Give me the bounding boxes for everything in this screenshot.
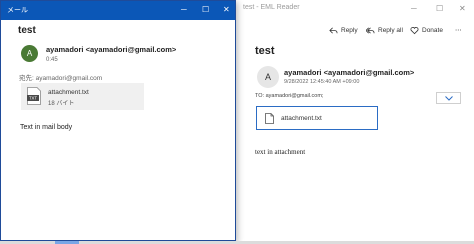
reply-all-icon xyxy=(366,27,375,33)
eml-toolbar: Reply Reply all Donate ⋯ xyxy=(233,22,474,38)
mail-attachment-size: 18 バイト xyxy=(48,101,75,107)
eml-date: 9/28/2022 12:45:40 AM +09:00 xyxy=(284,79,360,85)
mail-window: メール ─ ☐ ✕ test A ayamadori <ayamadori@gm… xyxy=(0,0,236,241)
mail-window-title: メール xyxy=(7,7,28,14)
eml-sender-avatar: A xyxy=(257,66,279,88)
reply-icon xyxy=(329,27,338,33)
eml-attachment[interactable]: attachment.txt xyxy=(256,106,378,130)
donate-label: Donate xyxy=(422,26,443,34)
mail-time: 0:45 xyxy=(46,57,58,63)
mail-sender-avatar: A xyxy=(21,45,38,62)
mail-titlebar[interactable]: メール ─ ☐ ✕ xyxy=(1,1,235,20)
mail-subject: test xyxy=(18,25,36,36)
eml-recipients: TO: ayamadori@gmail.com; xyxy=(255,93,324,99)
eml-subject: test xyxy=(255,45,275,57)
mail-maximize-button[interactable]: ☐ xyxy=(202,4,209,15)
mail-recipients: 宛先: ayamadori@gmail.com xyxy=(19,75,103,82)
mail-body-text: Text in mail body xyxy=(20,124,73,131)
eml-window-title: test - EML Reader xyxy=(243,4,300,11)
donate-button[interactable]: Donate xyxy=(410,24,443,36)
reply-button[interactable]: Reply xyxy=(329,24,358,36)
reply-label: Reply xyxy=(341,26,358,34)
expand-recipients-button[interactable] xyxy=(436,92,461,104)
mail-attachment[interactable]: TXT attachment.txt 18 バイト xyxy=(21,83,144,110)
heart-icon xyxy=(410,26,419,34)
more-icon: ⋯ xyxy=(455,27,462,34)
mail-attachment-name: attachment.txt xyxy=(48,89,89,96)
eml-maximize-button[interactable]: ☐ xyxy=(436,4,443,14)
more-options-button[interactable]: ⋯ xyxy=(455,24,462,36)
document-icon xyxy=(265,112,274,124)
txt-file-icon: TXT xyxy=(27,87,41,105)
eml-sender: ayamadori <ayamadori@gmail.com> xyxy=(284,68,415,77)
eml-close-button[interactable]: ✕ xyxy=(459,4,466,14)
reply-all-label: Reply all xyxy=(378,26,403,34)
mail-sender: ayamadori <ayamadori@gmail.com> xyxy=(46,45,177,54)
eml-body-text: text in attachment xyxy=(255,148,306,156)
eml-minimize-button[interactable]: ─ xyxy=(411,4,417,14)
eml-reader-window: test - EML Reader ─ ☐ ✕ Reply Reply all … xyxy=(232,0,474,241)
mail-close-button[interactable]: ✕ xyxy=(223,4,230,15)
txt-file-label: TXT xyxy=(29,96,37,101)
mail-minimize-button[interactable]: ─ xyxy=(181,4,187,15)
chevron-down-icon xyxy=(444,95,453,101)
eml-attachment-name: attachment.txt xyxy=(281,114,322,122)
eml-titlebar[interactable]: test - EML Reader ─ ☐ ✕ xyxy=(233,0,474,20)
reply-all-button[interactable]: Reply all xyxy=(366,24,403,36)
